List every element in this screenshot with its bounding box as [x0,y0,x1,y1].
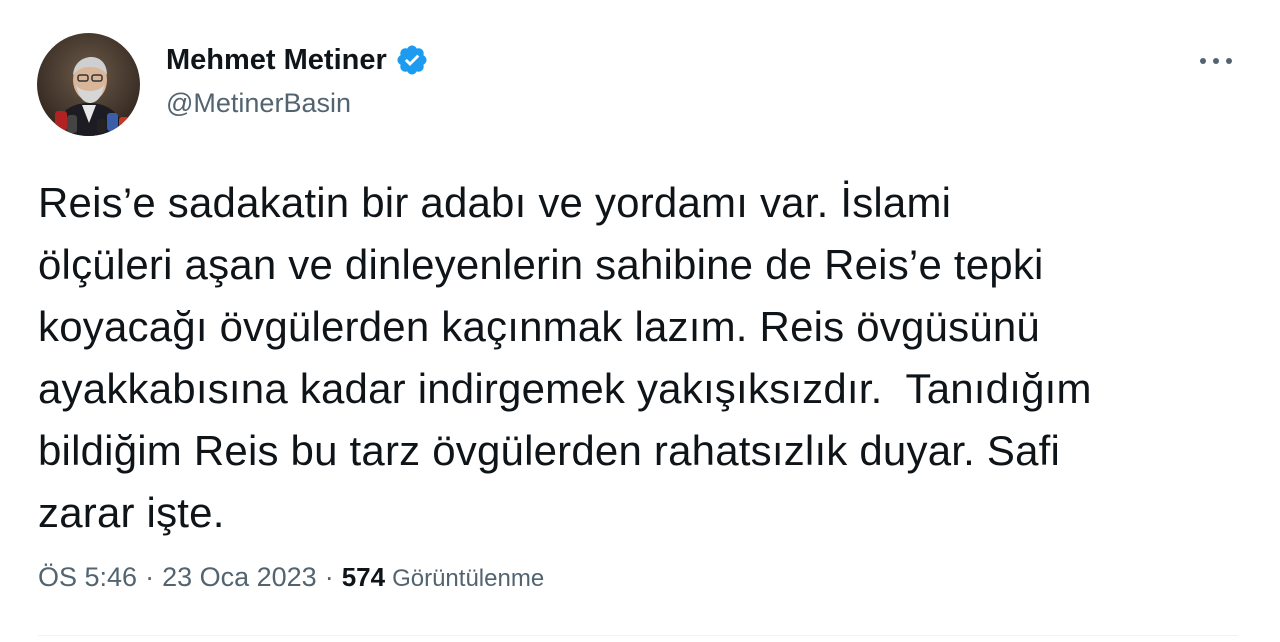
author-handle[interactable]: @MetinerBasin [166,88,351,119]
tweet-meta: ÖS 5:46 · 23 Oca 2023 · 574 Görüntülenme [38,562,544,593]
avatar[interactable] [37,33,140,136]
author-name[interactable]: Mehmet Metiner [166,43,429,77]
verified-badge-icon [395,43,429,77]
views-label: Görüntülenme [392,565,545,592]
tweet-text: Reis’e sadakatin bir adabı ve yordamı va… [38,179,1092,536]
meta-separator: · [145,562,155,592]
tweet-time[interactable]: ÖS 5:46 [38,562,137,593]
divider [38,635,1238,636]
more-options-icon[interactable] [1196,48,1236,74]
tweet-date[interactable]: 23 Oca 2023 [162,562,317,593]
author-name-text[interactable]: Mehmet Metiner [166,44,387,77]
views-count[interactable]: 574 [342,562,385,593]
meta-separator: · [324,562,334,592]
